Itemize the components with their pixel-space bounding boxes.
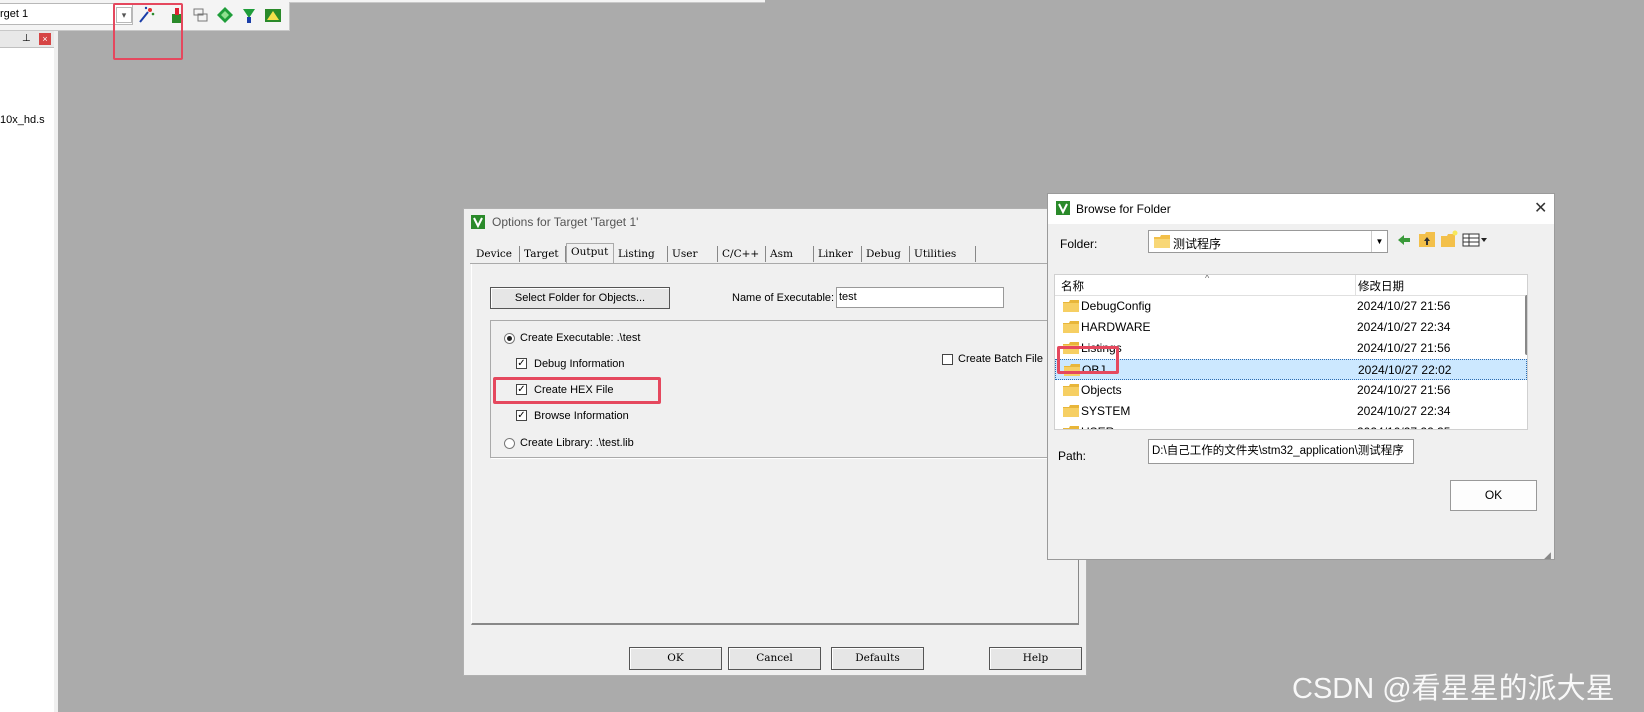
ok-button[interactable]: OK	[629, 647, 722, 670]
folder-icon	[1063, 384, 1079, 396]
tab-target[interactable]: Target	[520, 246, 566, 262]
tab-linker[interactable]: Linker	[814, 246, 862, 262]
folder-label: Folder:	[1060, 237, 1098, 251]
list-item[interactable]: Listings 2024/10/27 21:56	[1055, 338, 1527, 359]
panel-splitter[interactable]	[54, 31, 58, 712]
chevron-down-icon[interactable]: ▼	[1371, 231, 1387, 252]
project-file-item[interactable]: 10x_hd.s	[0, 114, 45, 126]
list-item[interactable]: SYSTEM 2024/10/27 22:34	[1055, 401, 1527, 422]
create-library-label: Create Library: .\test.lib	[520, 437, 634, 449]
watermark: CSDN @看星星的派大星	[1292, 673, 1615, 705]
debug-information-label: Debug Information	[534, 358, 625, 370]
tab-user[interactable]: User	[668, 246, 718, 262]
path-label: Path:	[1058, 449, 1087, 463]
folder-date: 2024/10/27 22:34	[1357, 404, 1451, 418]
close-panel-icon[interactable]: ×	[39, 33, 51, 45]
folder-icon	[1154, 235, 1170, 248]
dialog-title: Options for Target 'Target 1'	[492, 215, 639, 229]
folder-select[interactable]: 测试程序 ▼	[1148, 230, 1388, 253]
list-header: 名称 ^ 修改日期	[1055, 275, 1527, 296]
folder-date: 2024/10/27 22:35	[1357, 425, 1450, 429]
build-icon[interactable]	[240, 6, 258, 24]
folder-name: Objects	[1081, 383, 1122, 397]
target-select-value: rget 1	[0, 8, 29, 20]
folder-name: USER	[1081, 425, 1114, 429]
dialog-title: Browse for Folder	[1076, 202, 1171, 216]
folder-name: SYSTEM	[1081, 404, 1131, 418]
tab-asm[interactable]: Asm	[766, 246, 814, 262]
folder-date: 2024/10/27 21:56	[1357, 299, 1451, 313]
folder-date: 2024/10/27 22:02	[1358, 363, 1452, 377]
folder-icon	[1063, 300, 1079, 312]
folder-select-value: 测试程序	[1173, 237, 1222, 251]
executable-name-input[interactable]: test	[836, 287, 1004, 308]
browse-information-label: Browse Information	[534, 410, 629, 422]
browse-information-checkbox[interactable]: ✓	[516, 410, 527, 421]
translate-icon[interactable]	[264, 6, 282, 24]
vertical-scrollbar[interactable]	[1525, 295, 1527, 355]
tab-utilities[interactable]: Utilities	[910, 246, 976, 262]
highlight-toolbar-box	[113, 3, 183, 60]
defaults-button[interactable]: Defaults	[831, 647, 924, 670]
debug-information-checkbox[interactable]: ✓	[516, 358, 527, 369]
create-executable-label: Create Executable: .\test	[520, 332, 641, 344]
folder-icon	[1063, 321, 1079, 333]
browse-folder-dialog: Browse for Folder ✕ Folder: 测试程序 ▼ 名称 ^ …	[1047, 193, 1555, 560]
back-icon[interactable]	[1396, 232, 1412, 248]
folder-date: 2024/10/27 21:56	[1357, 341, 1451, 355]
list-item[interactable]: OBJ 2024/10/27 22:02	[1055, 359, 1527, 380]
column-name[interactable]: 名称	[1061, 278, 1084, 294]
highlight-obj-box	[1057, 346, 1119, 374]
help-button[interactable]: Help	[989, 647, 1082, 670]
cancel-button[interactable]: Cancel	[728, 647, 821, 670]
project-panel	[0, 31, 55, 712]
pin-icon[interactable]: ⊥	[22, 33, 31, 44]
tab-listing[interactable]: Listing	[614, 246, 668, 262]
list-item[interactable]: USER 2024/10/27 22:35	[1055, 422, 1527, 429]
folder-name: DebugConfig	[1081, 299, 1152, 313]
folder-list[interactable]: 名称 ^ 修改日期 DebugConfig 2024/10/27 21:56 HAR…	[1054, 274, 1528, 430]
create-executable-radio[interactable]	[504, 333, 515, 344]
create-batch-label: Create Batch File	[958, 353, 1043, 365]
up-folder-icon[interactable]	[1418, 231, 1436, 248]
rebuild-icon[interactable]	[216, 6, 234, 24]
folder-name: HARDWARE	[1081, 320, 1151, 334]
resize-grip-icon[interactable]: ◢	[1544, 550, 1551, 561]
create-library-radio[interactable]	[504, 438, 515, 449]
options-dialog: Options for Target 'Target 1' Device Tar…	[463, 208, 1087, 676]
download-icon[interactable]	[192, 6, 210, 24]
folder-icon	[1063, 426, 1079, 429]
tab-output[interactable]: Output	[566, 243, 614, 263]
folder-date: 2024/10/27 22:34	[1357, 320, 1451, 334]
create-batch-checkbox[interactable]	[942, 354, 953, 365]
keil-icon	[471, 215, 485, 229]
tab-device[interactable]: Device	[472, 246, 520, 262]
tab-debug[interactable]: Debug	[862, 246, 910, 262]
folder-icon	[1063, 405, 1079, 417]
executable-name-label: Name of Executable:	[732, 292, 835, 304]
view-menu-icon[interactable]	[1462, 233, 1488, 247]
highlight-hex-box	[493, 377, 661, 404]
sort-up-icon: ^	[1205, 274, 1210, 283]
select-folder-button[interactable]: Select Folder for Objects...	[490, 287, 670, 309]
list-item[interactable]: DebugConfig 2024/10/27 21:56	[1055, 296, 1527, 317]
ok-button[interactable]: OK	[1450, 480, 1537, 511]
path-input[interactable]: D:\自己工作的文件夹\stm32_application\测试程序	[1148, 439, 1414, 464]
list-item[interactable]: Objects 2024/10/27 21:56	[1055, 380, 1527, 401]
keil-icon	[1056, 201, 1070, 215]
toolbar-edge	[289, 0, 765, 3]
tab-c-cpp[interactable]: C/C++	[718, 246, 766, 262]
folder-date: 2024/10/27 21:56	[1357, 383, 1451, 397]
column-modified[interactable]: 修改日期	[1358, 278, 1404, 294]
column-separator[interactable]	[1355, 275, 1356, 295]
new-folder-icon[interactable]	[1440, 230, 1458, 248]
close-icon[interactable]: ✕	[1534, 198, 1547, 218]
list-item[interactable]: HARDWARE 2024/10/27 22:34	[1055, 317, 1527, 338]
